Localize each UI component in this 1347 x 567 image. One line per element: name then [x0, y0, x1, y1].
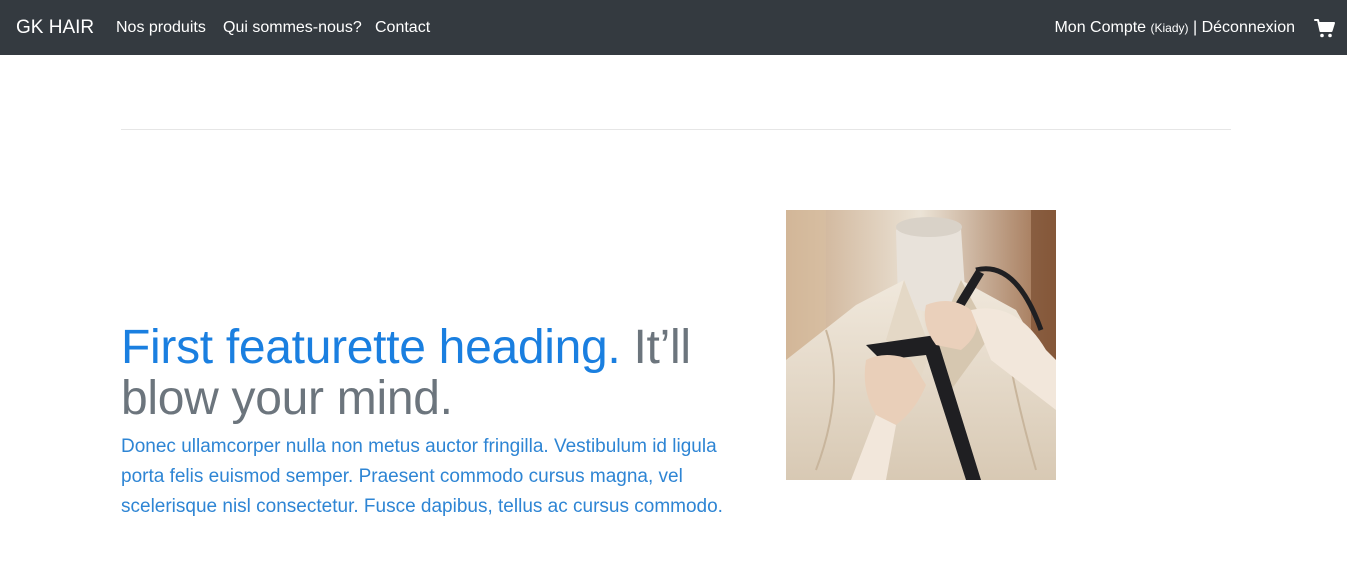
featurette-lead-text: Donec ullamcorper nulla non metus auctor…: [121, 436, 723, 517]
account-link[interactable]: Mon Compte: [1054, 19, 1146, 36]
featurette-divider: [121, 129, 1231, 130]
account-separator: |: [1192, 19, 1198, 36]
nav-link-contact[interactable]: Contact: [375, 18, 430, 38]
nav-link-products[interactable]: Nos produits: [116, 18, 206, 38]
cart-icon[interactable]: [1314, 17, 1336, 39]
featurette-image: [786, 210, 1056, 480]
logout-link[interactable]: Déconnexion: [1202, 19, 1295, 36]
featurette-heading: First featurette heading. It’ll blow you…: [121, 322, 761, 424]
top-navbar: GK HAIR Nos produits Qui sommes-nous? Co…: [0, 0, 1347, 55]
nav-link-about[interactable]: Qui sommes-nous?: [223, 18, 362, 38]
account-area: Mon Compte (Kiady) | Déconnexion: [1054, 18, 1295, 38]
account-username: (Kiady): [1150, 21, 1189, 35]
brand-logo-link[interactable]: GK HAIR: [16, 17, 94, 39]
featurette-heading-accent: First featurette heading.: [121, 321, 621, 374]
